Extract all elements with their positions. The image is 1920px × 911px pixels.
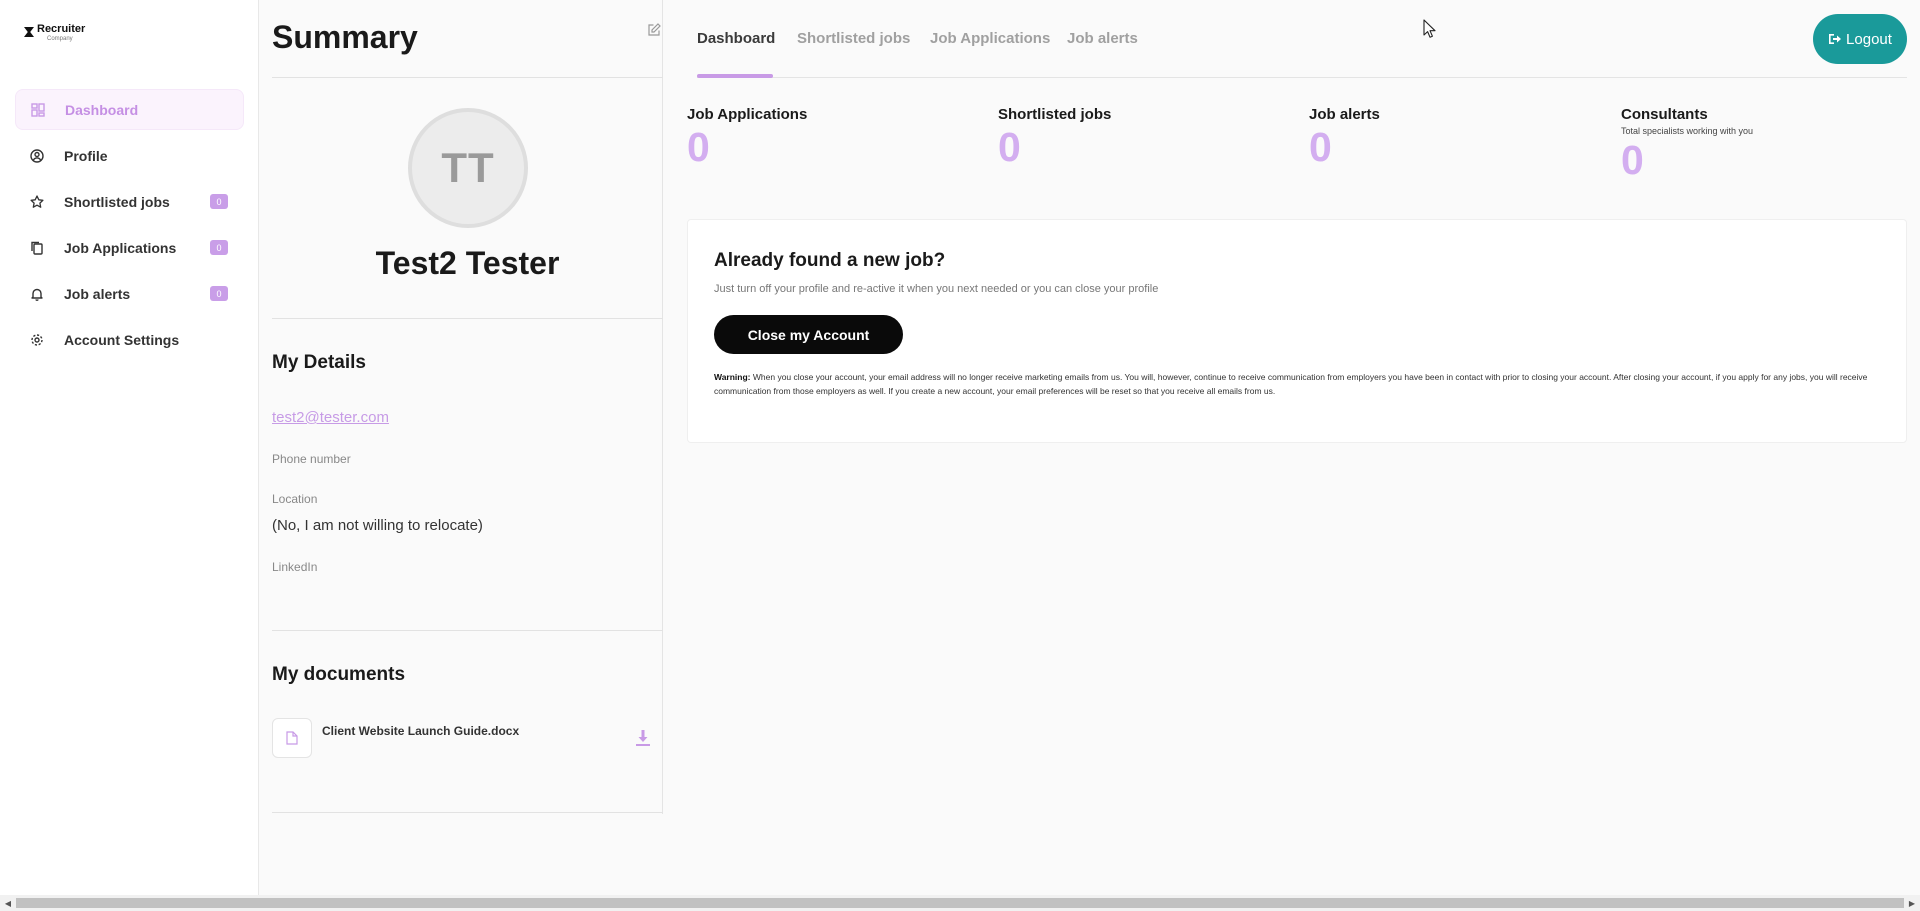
sidebar-item-label: Job Applications: [64, 239, 177, 256]
download-icon[interactable]: [635, 729, 651, 747]
location-value: (No, I am not willing to relocate): [272, 517, 483, 534]
logo-subtitle: Company: [47, 36, 73, 42]
logo-name: Recruiter: [37, 23, 86, 35]
divider: [272, 812, 663, 813]
scroll-left-icon[interactable]: ◀: [0, 895, 16, 911]
close-account-card: Already found a new job? Just turn off y…: [687, 219, 1907, 443]
edit-icon[interactable]: [647, 22, 662, 37]
sidebar-item-job-applications[interactable]: Job Applications 0: [15, 227, 244, 268]
mouse-cursor-icon: [1423, 19, 1436, 38]
phone-label: Phone number: [272, 452, 351, 466]
card-title: Already found a new job?: [714, 250, 946, 271]
count-badge: 0: [210, 286, 228, 301]
document-item: Client Website Launch Guide.docx: [272, 718, 663, 760]
tab-bar: Dashboard Shortlisted jobs Job Applicati…: [697, 0, 1907, 78]
divider: [272, 318, 663, 319]
stat-label: Consultants: [1621, 106, 1708, 123]
sidebar-item-label: Job alerts: [64, 285, 131, 302]
sidebar-item-label: Profile: [64, 147, 108, 164]
linkedin-label: LinkedIn: [272, 560, 318, 574]
stat-job-alerts[interactable]: Job alerts 0: [1309, 106, 1380, 170]
location-label: Location: [272, 492, 318, 506]
scrollbar-thumb[interactable]: [16, 898, 1904, 908]
tab-shortlisted-jobs[interactable]: Shortlisted jobs: [797, 30, 910, 47]
avatar: TT: [408, 108, 528, 228]
tab-dashboard[interactable]: Dashboard: [697, 30, 775, 47]
stat-label: Shortlisted jobs: [998, 106, 1112, 123]
bell-icon: [31, 288, 43, 301]
stat-label: Job alerts: [1309, 106, 1380, 123]
active-tab-indicator: [697, 74, 773, 78]
logout-label: Logout: [1846, 30, 1892, 48]
scroll-right-icon[interactable]: ▶: [1904, 895, 1920, 911]
dashboard-icon: [31, 102, 45, 117]
stat-value: 0: [1309, 124, 1332, 170]
warning-body: When you close your account, your email …: [714, 372, 1868, 396]
file-icon: [272, 718, 312, 758]
summary-panel: Summary TT Test2 Tester My Details test2…: [272, 0, 663, 814]
logout-icon: [1829, 34, 1842, 44]
email-link[interactable]: test2@tester.com: [272, 409, 389, 426]
horizontal-scrollbar[interactable]: ◀ ▶: [0, 895, 1920, 911]
sidebar-item-label: Account Settings: [64, 331, 180, 348]
document-name[interactable]: Client Website Launch Guide.docx: [322, 724, 519, 738]
sidebar-item-shortlisted-jobs[interactable]: Shortlisted jobs 0: [15, 181, 244, 222]
star-icon: [30, 194, 44, 208]
tab-job-applications[interactable]: Job Applications: [930, 30, 1050, 47]
count-badge: 0: [210, 240, 228, 255]
count-badge: 0: [210, 194, 228, 209]
my-documents-heading: My documents: [272, 664, 406, 685]
stat-value: 0: [1621, 137, 1644, 183]
card-subtitle: Just turn off your profile and re-active…: [714, 283, 1159, 295]
sidebar-item-account-settings[interactable]: Account Settings: [15, 319, 244, 360]
stat-value: 0: [998, 124, 1021, 170]
warning-text: Warning: When you close your account, yo…: [714, 370, 1884, 398]
copy-icon: [31, 241, 43, 255]
sidebar-item-profile[interactable]: Profile: [15, 135, 244, 176]
user-circle-icon: [30, 148, 44, 163]
sidebar-item-dashboard[interactable]: Dashboard: [15, 89, 244, 130]
warning-label: Warning:: [714, 372, 751, 382]
logo-icon: [24, 27, 34, 37]
sidebar-item-job-alerts[interactable]: Job alerts 0: [15, 273, 244, 314]
sidebar-item-label: Dashboard: [65, 101, 139, 118]
sidebar-nav: Dashboard Profile Shortlisted jobs 0 Job…: [15, 89, 244, 365]
stat-shortlisted-jobs[interactable]: Shortlisted jobs 0: [998, 106, 1111, 170]
gear-icon: [31, 333, 43, 346]
stat-value: 0: [687, 124, 710, 170]
stat-label: Job Applications: [687, 106, 808, 123]
tab-job-alerts[interactable]: Job alerts: [1067, 30, 1138, 47]
stat-job-applications[interactable]: Job Applications 0: [687, 106, 807, 170]
close-account-button[interactable]: Close my Account: [714, 315, 903, 354]
sidebar: Recruiter Company Dashboard Profile Shor…: [0, 0, 259, 895]
stat-consultants[interactable]: Consultants Total specialists working wi…: [1621, 106, 1753, 183]
user-name: Test2 Tester: [375, 245, 560, 281]
my-details-heading: My Details: [272, 352, 366, 373]
stat-subtitle: Total specialists working with you: [1621, 126, 1754, 136]
sidebar-item-label: Shortlisted jobs: [64, 193, 170, 210]
divider: [272, 630, 663, 631]
logo[interactable]: Recruiter Company: [24, 24, 85, 42]
logout-button[interactable]: Logout: [1813, 14, 1907, 64]
summary-title: Summary: [272, 19, 418, 55]
divider: [272, 77, 663, 78]
